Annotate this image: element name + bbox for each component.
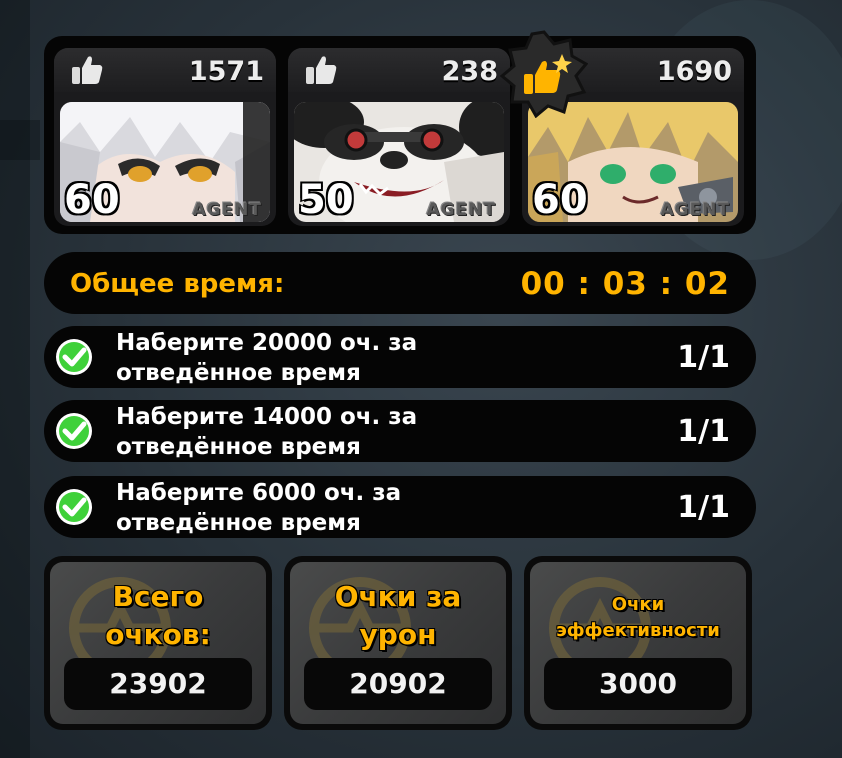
score-label-line: Очки за <box>334 580 462 613</box>
score-value: 23902 <box>64 658 252 710</box>
agent-tag: AGENT <box>426 200 496 220</box>
damage-score-card: Очки за урон 20902 <box>284 556 512 730</box>
thumbs-up-icon <box>306 56 337 84</box>
score-label: Очки за урон <box>290 578 506 654</box>
task-text-line: Наберите 14000 оч. за <box>116 404 418 430</box>
agent-tag: AGENT <box>192 200 262 220</box>
task-text-line: отведённое время <box>116 510 361 536</box>
score-label-line: Очки <box>611 594 665 615</box>
task-text-line: отведённое время <box>116 360 361 386</box>
task-description: Наберите 6000 оч. за отведённое время <box>116 478 536 538</box>
background-shade <box>0 0 30 758</box>
total-score-card: Всего очков: 23902 <box>44 556 272 730</box>
agent-card[interactable]: 1571 60 AGENT <box>54 48 276 226</box>
total-time-label: Общее время: <box>70 269 285 299</box>
agent-level: 50 <box>298 177 354 223</box>
check-circle-icon <box>56 413 92 449</box>
agent-likes-count: 238 <box>441 56 498 87</box>
agent-card-header: 1571 <box>54 48 276 92</box>
task-description: Наберите 14000 оч. за отведённое время <box>116 402 536 462</box>
score-card-body: Очки за урон 20902 <box>290 562 506 724</box>
task-description: Наберите 20000 оч. за отведённое время <box>116 328 536 388</box>
total-time-value: 00 : 03 : 02 <box>520 266 730 302</box>
score-card-body: Очки эффективности 3000 <box>530 562 746 724</box>
check-circle-icon <box>56 339 92 375</box>
total-time-bar: Общее время: 00 : 03 : 02 <box>44 252 756 314</box>
task-progress: 1/1 <box>677 340 730 375</box>
thumbs-up-star-icon <box>500 30 588 118</box>
background-shade <box>0 120 40 160</box>
agent-tag: AGENT <box>660 200 730 220</box>
task-text-line: Наберите 6000 оч. за <box>116 480 402 506</box>
score-label-line: урон <box>359 618 437 651</box>
task-progress: 1/1 <box>677 414 730 449</box>
check-circle-icon <box>56 489 92 525</box>
thumbs-up-icon <box>72 56 103 84</box>
efficiency-score-card: Очки эффективности 3000 <box>524 556 752 730</box>
score-label-line: Всего <box>112 580 204 613</box>
task-text-line: отведённое время <box>116 434 361 460</box>
score-label: Очки эффективности <box>530 592 746 644</box>
task-text-line: Наберите 20000 оч. за <box>116 330 418 356</box>
agent-likes-count: 1571 <box>188 56 264 87</box>
agents-panel: 1571 60 AGENT 238 50 AGENT 1690 60 AGENT <box>44 30 756 234</box>
agent-level: 60 <box>532 177 588 223</box>
agent-card[interactable]: 238 50 AGENT <box>288 48 510 226</box>
task-row: Наберите 6000 оч. за отведённое время 1/… <box>44 476 756 538</box>
score-card-body: Всего очков: 23902 <box>50 562 266 724</box>
agent-card-header: 238 <box>288 48 510 92</box>
score-value: 20902 <box>304 658 492 710</box>
score-value: 3000 <box>544 658 732 710</box>
task-row: Наберите 20000 оч. за отведённое время 1… <box>44 326 756 388</box>
score-label: Всего очков: <box>50 578 266 654</box>
agent-likes-count: 1690 <box>656 56 732 87</box>
score-label-line: эффективности <box>556 620 720 641</box>
task-progress: 1/1 <box>677 490 730 525</box>
task-row: Наберите 14000 оч. за отведённое время 1… <box>44 400 756 462</box>
agent-level: 60 <box>64 177 120 223</box>
score-label-line: очков: <box>105 618 211 651</box>
